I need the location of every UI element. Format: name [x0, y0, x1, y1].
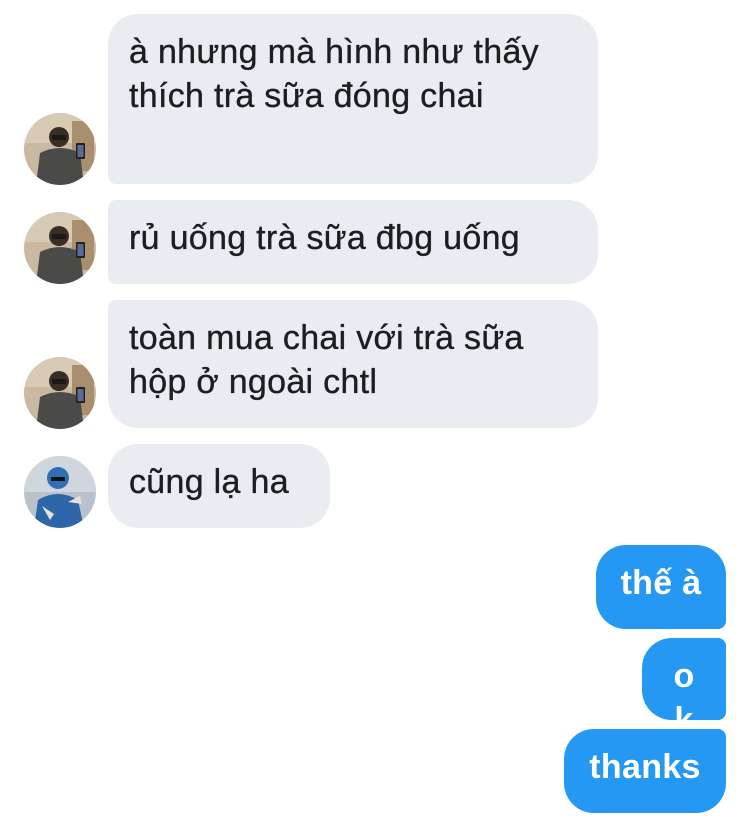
chat-thread: à nhưng mà hình như thấy thích trà sữa đ…	[0, 0, 750, 825]
message-bubble-outgoing[interactable]: ok	[642, 638, 726, 739]
message-text: ok	[673, 657, 695, 739]
message-text: thế à	[620, 564, 702, 602]
message-bubble-outgoing[interactable]: thế à	[596, 545, 726, 629]
sender-avatar-2[interactable]	[24, 456, 96, 528]
message-text: rủ uống trà sữa đbg uống	[129, 219, 521, 257]
message-bubble[interactable]: à nhưng mà hình như thấy thích trà sữa đ…	[108, 14, 598, 184]
message-text: cũng lạ ha	[129, 463, 289, 501]
message-bubble-outgoing[interactable]: thanks	[564, 729, 726, 813]
sender-avatar[interactable]	[24, 357, 96, 429]
message-bubble[interactable]: rủ uống trà sữa đbg uống	[108, 200, 598, 284]
user-avatar-icon	[24, 212, 96, 284]
message-bubble[interactable]: toàn mua chai với trà sữa hộp ở ngoài ch…	[108, 300, 598, 428]
message-bubble[interactable]: cũng lạ ha	[108, 444, 330, 528]
message-text: à nhưng mà hình như thấy thích trà sữa đ…	[129, 33, 539, 115]
sender-avatar[interactable]	[24, 212, 96, 284]
message-text: thanks	[589, 748, 701, 786]
message-text: toàn mua chai với trà sữa hộp ở ngoài ch…	[129, 319, 524, 401]
user-avatar-icon	[24, 113, 96, 185]
user-avatar-blue-icon	[24, 456, 96, 528]
user-avatar-icon	[24, 357, 96, 429]
sender-avatar[interactable]	[24, 113, 96, 185]
